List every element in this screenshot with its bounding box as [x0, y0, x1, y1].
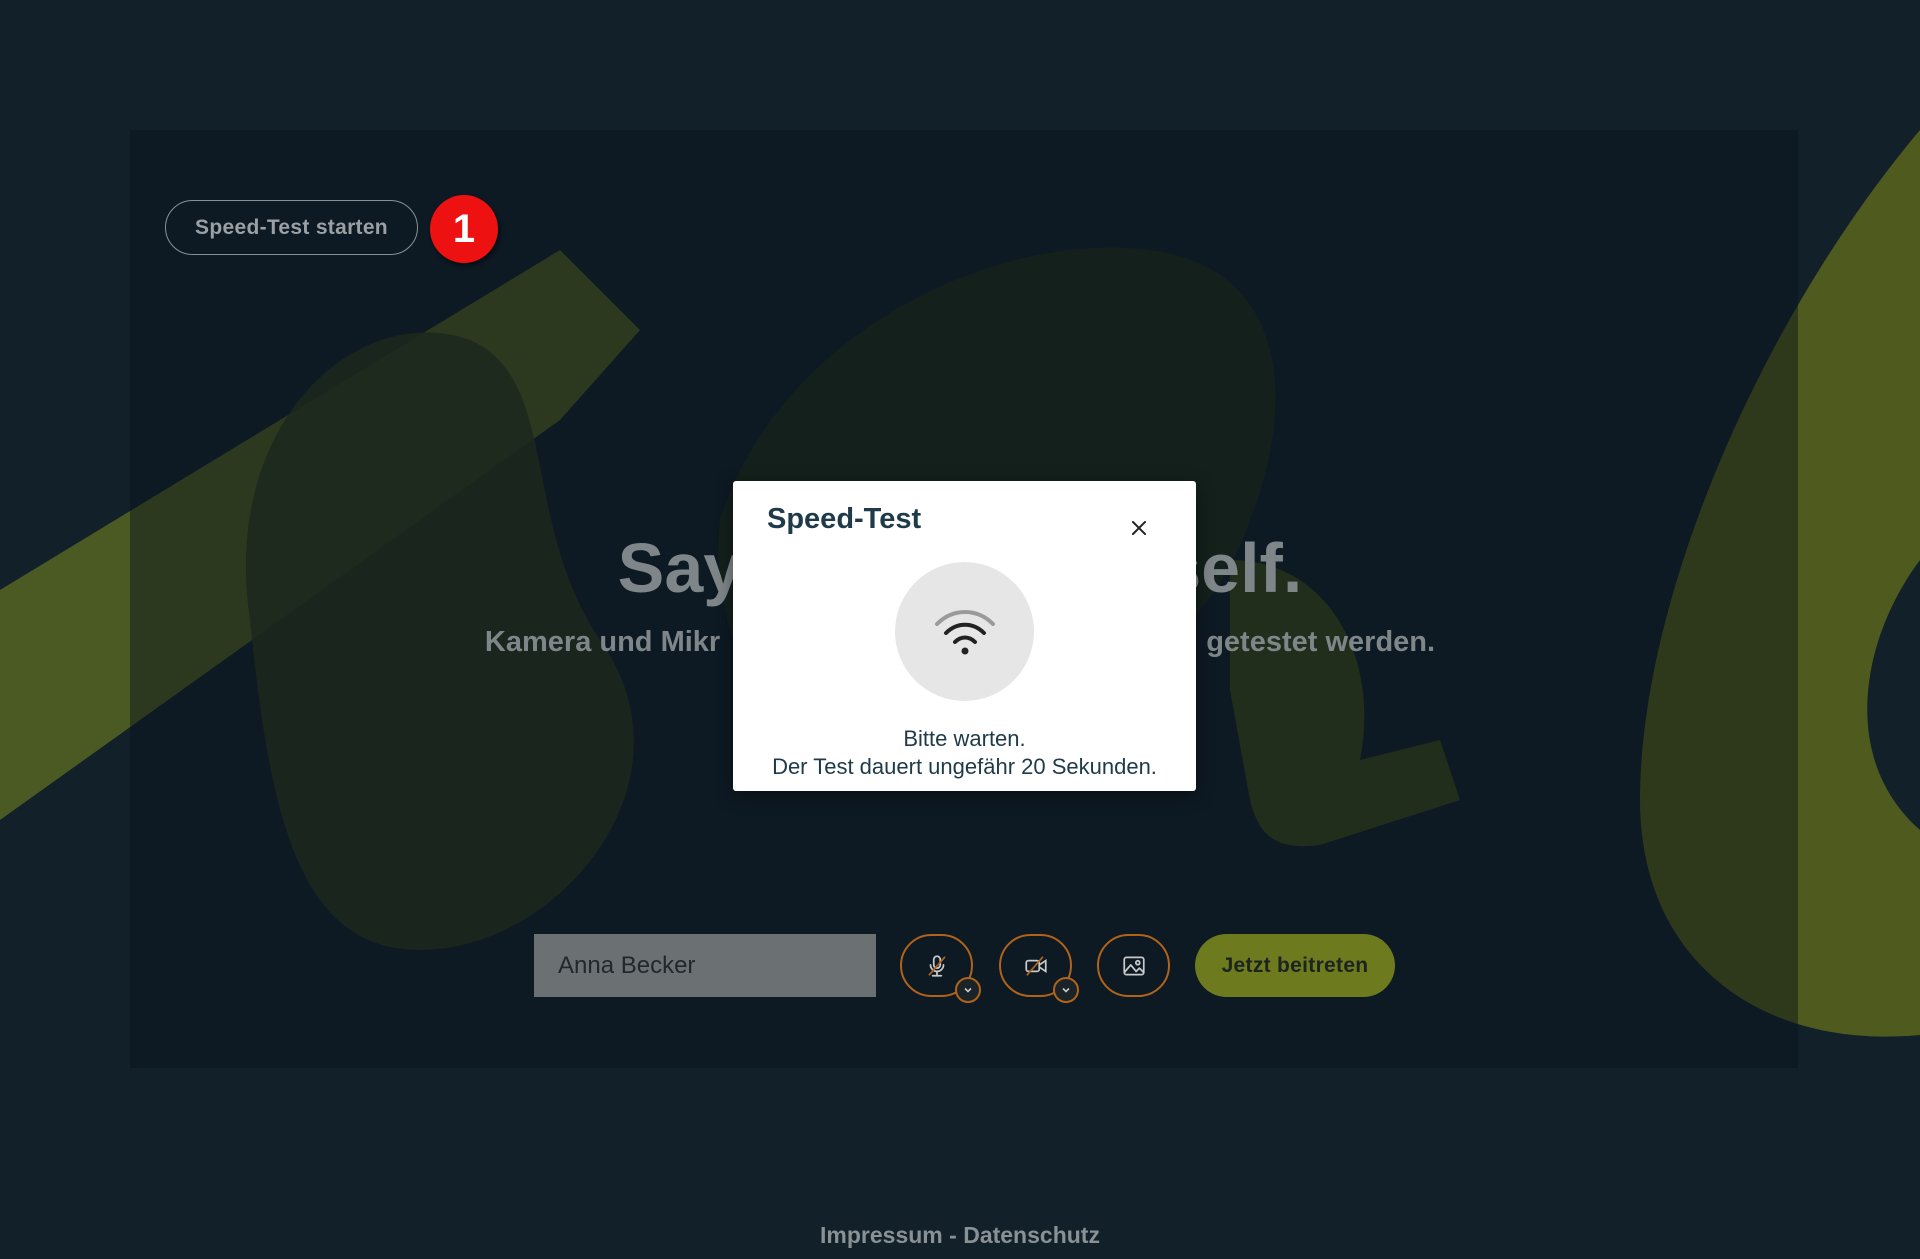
camera-off-icon [1024, 955, 1047, 976]
impressum-link[interactable]: Impressum [820, 1222, 943, 1248]
close-icon [1132, 521, 1146, 535]
chevron-down-icon [1062, 987, 1070, 993]
image-icon [1122, 955, 1145, 976]
step-number-badge: 1 [430, 195, 498, 263]
background-image-button[interactable] [1097, 934, 1170, 997]
page: Speed-Test starten 1 Say self. Kamera und… [0, 0, 1920, 1259]
wifi-icon [934, 609, 995, 654]
hero-title-left: Say [617, 529, 743, 607]
footer: Impressum - Datenschutz [0, 1222, 1920, 1249]
dialog-wait-text: Bitte warten. [903, 726, 1026, 751]
name-input[interactable] [534, 934, 876, 997]
mic-options-dropdown[interactable] [955, 977, 981, 1003]
speedtest-start-button[interactable]: Speed-Test starten [165, 200, 418, 255]
join-now-button[interactable]: Jetzt beitreten [1195, 934, 1395, 997]
wifi-indicator [895, 562, 1034, 701]
mic-muted-icon [928, 954, 945, 977]
chevron-down-icon [964, 987, 972, 993]
dialog-close-button[interactable] [1126, 515, 1152, 541]
speedtest-dialog: Speed-Test Bitte warten. Der Test dauert… [733, 481, 1196, 791]
dialog-duration-text: Der Test dauert ungefähr 20 Sekunden. [772, 754, 1157, 779]
join-now-label: Jetzt beitreten [1221, 953, 1369, 977]
hero-subtitle-left: Kamera und Mikr [484, 626, 721, 658]
speedtest-start-label: Speed-Test starten [195, 215, 388, 239]
camera-options-dropdown[interactable] [1053, 977, 1079, 1003]
dialog-title: Speed-Test [767, 503, 922, 535]
hero-subtitle-right: getestet werden. [1206, 626, 1436, 658]
footer-separator: - [942, 1222, 964, 1248]
datenschutz-link[interactable]: Datenschutz [963, 1222, 1100, 1248]
